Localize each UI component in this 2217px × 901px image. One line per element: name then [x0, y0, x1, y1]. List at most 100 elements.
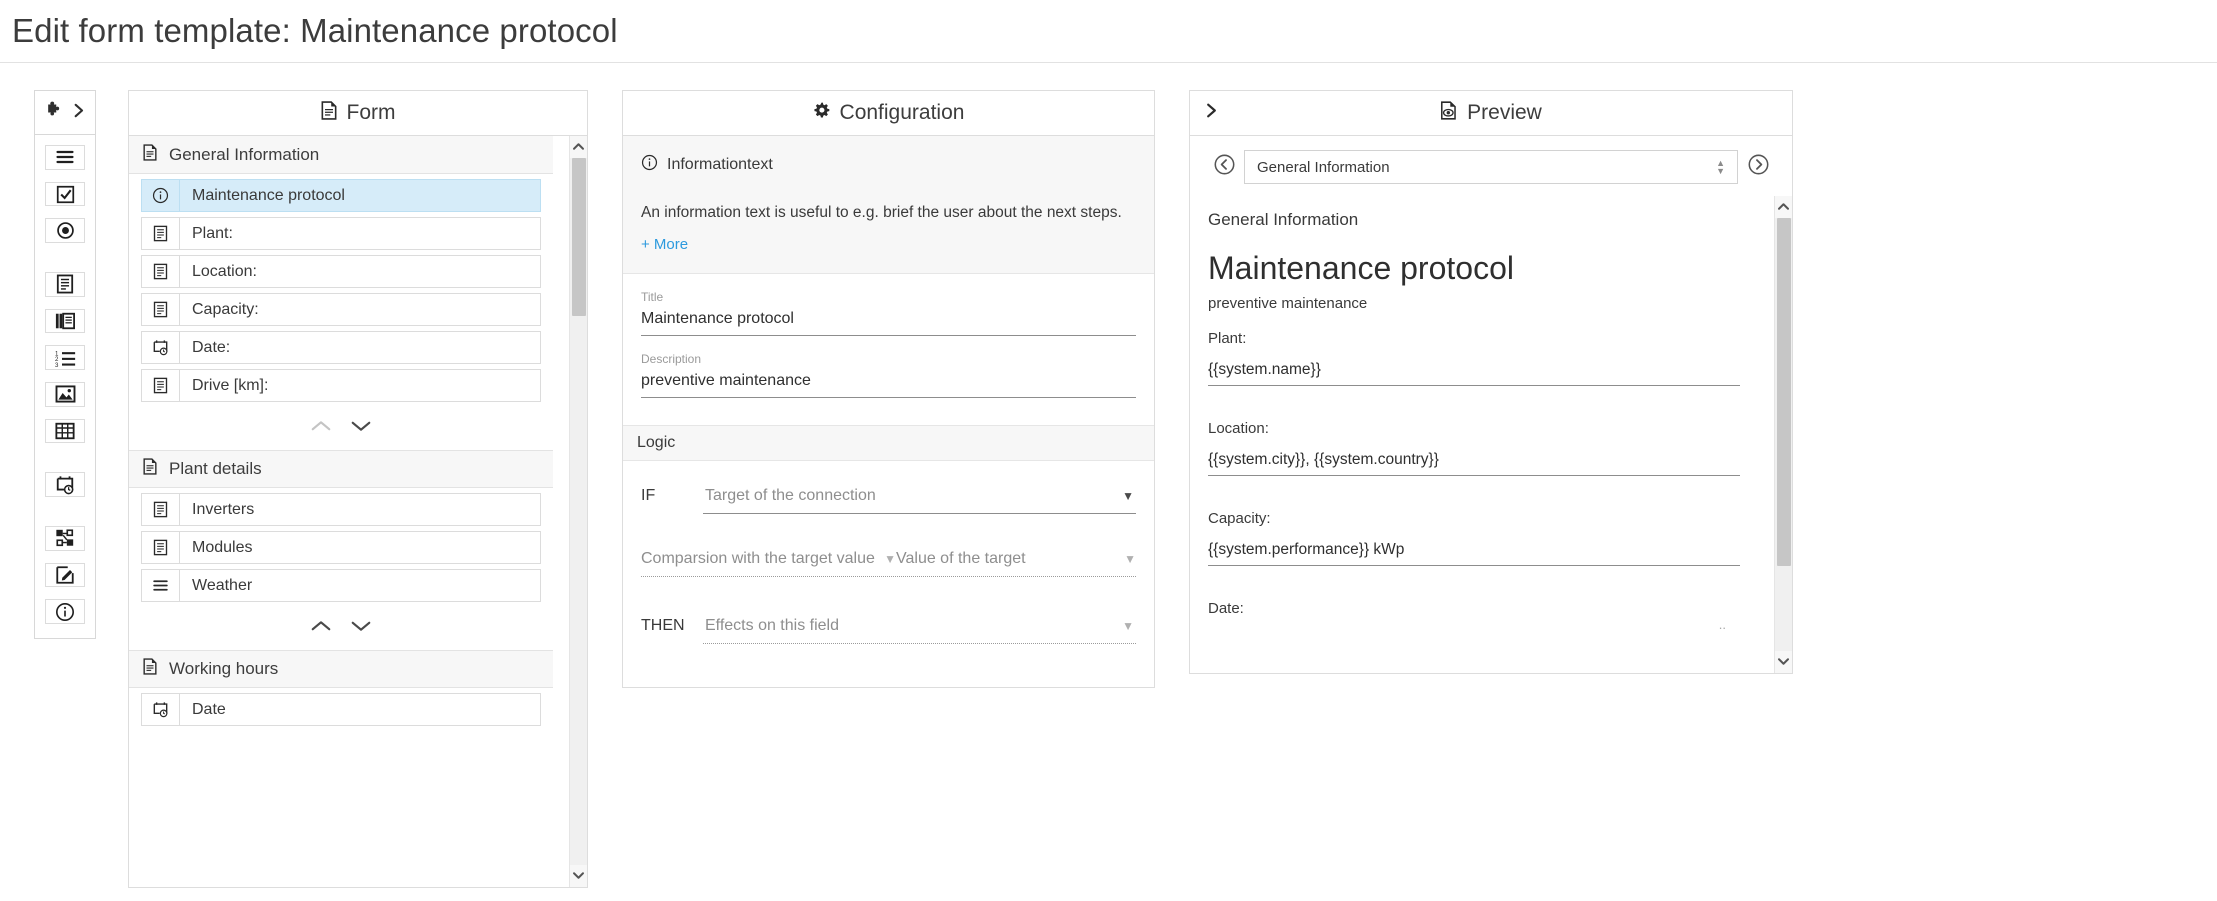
logic-then-effect-value: Effects on this field	[705, 617, 839, 634]
scroll-up-button[interactable]	[1775, 196, 1792, 218]
scrollbar-thumb[interactable]	[572, 158, 586, 316]
palette-toggle-button[interactable]	[34, 90, 96, 135]
table-icon	[55, 422, 75, 440]
move-group-down-button[interactable]	[350, 619, 372, 633]
preview-scrollbar[interactable]	[1774, 196, 1792, 673]
scroll-down-button[interactable]	[1775, 651, 1792, 673]
document-eye-icon	[1440, 100, 1457, 126]
form-scrollbar[interactable]	[569, 136, 587, 887]
logic-if-label: IF	[641, 487, 656, 504]
checkbox-icon	[56, 185, 75, 204]
logic-target-value-select[interactable]: Value of the target ▼	[896, 550, 1136, 576]
preview-next-button[interactable]	[1738, 153, 1778, 181]
scroll-up-button[interactable]	[570, 136, 587, 158]
preview-scroll-area: General Information Maintenance protocol…	[1190, 196, 1792, 673]
form-field-row[interactable]: Maintenance protocol	[141, 179, 541, 212]
scrollbar-thumb[interactable]	[1777, 218, 1791, 566]
preview-field-value[interactable]: {{system.name}}	[1208, 347, 1740, 386]
configuration-panel-title: Configuration	[839, 101, 965, 124]
description-input[interactable]	[641, 372, 1136, 398]
info-circle-icon	[142, 180, 180, 211]
page-title: Edit form template: Maintenance protocol	[12, 12, 618, 49]
calendar-clock-icon	[142, 332, 180, 363]
image-icon	[55, 385, 76, 403]
preview-collapse-button[interactable]	[1204, 101, 1219, 125]
preview-field-value[interactable]: {{system.city}}, {{system.country}}	[1208, 437, 1740, 476]
form-groups: General Information Maintenance protocol	[129, 136, 553, 726]
title-field-wrap: Title	[623, 290, 1154, 336]
form-field-row[interactable]: Capacity:	[141, 293, 541, 326]
form-field-label: Drive [km]:	[192, 376, 269, 394]
form-panel-header: Form	[129, 91, 587, 136]
logic-if-target-select[interactable]: Target of the connection ▼	[703, 487, 1136, 514]
palette-item-radio-button[interactable]	[45, 218, 85, 244]
chevron-down-icon	[572, 867, 585, 885]
form-field-row[interactable]: Weather	[141, 569, 541, 602]
preview-rendered-form: General Information Maintenance protocol…	[1190, 196, 1792, 632]
palette-item-edit-square[interactable]	[45, 562, 85, 588]
scroll-down-button[interactable]	[570, 865, 587, 887]
form-field-row[interactable]: Plant:	[141, 217, 541, 250]
preview-page-value: General Information	[1257, 158, 1390, 176]
preview-field-label: Location:	[1208, 420, 1269, 437]
move-group-up-button[interactable]	[310, 619, 332, 633]
logic-then-label: THEN	[641, 617, 685, 634]
preview-field-value[interactable]: {{system.performance}} kWp	[1208, 527, 1740, 566]
form-field-row[interactable]: Date:	[141, 331, 541, 364]
chevron-down-icon: ▼	[1122, 619, 1134, 633]
palette-item-text-lines[interactable]	[45, 145, 85, 170]
more-link[interactable]: + More	[641, 236, 1136, 253]
logic-then-row: THEN Effects on this field ▼	[641, 617, 1136, 644]
palette-item-numbered-list[interactable]: 1 2 3	[45, 345, 85, 371]
logic-comparison-select[interactable]: Comparsion with the target value ▼	[641, 550, 896, 576]
palette-item-flow-nodes[interactable]	[45, 525, 85, 551]
palette-item-checkbox[interactable]	[45, 181, 85, 207]
preview-panel-title-wrap: Preview	[1440, 100, 1542, 126]
single-document-icon	[56, 274, 74, 294]
form-field-label: Date	[192, 700, 226, 718]
title-input[interactable]	[641, 310, 1136, 336]
move-group-down-button[interactable]	[350, 419, 372, 433]
palette-item-info[interactable]	[45, 599, 85, 625]
form-field-row[interactable]: Location:	[141, 255, 541, 288]
circle-chevron-left-icon	[1213, 153, 1236, 181]
element-info-block: Informationtext An information text is u…	[623, 136, 1154, 274]
preview-section-title: General Information	[1208, 210, 1359, 229]
move-group-up-button[interactable]	[310, 419, 332, 433]
edit-square-icon	[55, 565, 75, 585]
form-field-row[interactable]: Drive [km]:	[141, 369, 541, 402]
palette-item-single-document[interactable]	[45, 271, 85, 297]
page-header: Edit form template: Maintenance protocol	[0, 0, 2217, 63]
circle-chevron-right-icon	[1747, 153, 1770, 181]
form-field-label: Location:	[192, 262, 257, 280]
logic-if-row: IF Target of the connection ▼	[641, 487, 1136, 514]
form-field-row[interactable]: Modules	[141, 531, 541, 564]
form-group-header-general-information[interactable]: General Information	[129, 136, 553, 174]
chevron-down-icon: ▼	[884, 552, 896, 566]
palette-item-table[interactable]	[45, 418, 85, 444]
palette-item-image[interactable]	[45, 382, 85, 407]
chevron-up-icon	[1777, 198, 1790, 216]
document-icon	[143, 143, 157, 166]
form-panel-title-wrap: Form	[321, 100, 396, 126]
logic-then-effect-select[interactable]: Effects on this field ▼	[703, 617, 1136, 644]
form-field-row[interactable]: Date	[141, 693, 541, 726]
info-circle-icon	[55, 602, 75, 622]
form-field-row[interactable]: Inverters	[141, 493, 541, 526]
element-type-row: Informationtext	[641, 154, 1136, 176]
document-icon	[321, 100, 337, 126]
form-group-title: General Information	[169, 144, 320, 164]
element-palette: 1 2 3	[34, 90, 96, 639]
form-group-header-working-hours[interactable]: Working hours	[129, 650, 553, 688]
single-document-icon	[142, 370, 180, 401]
calendar-clock-icon	[142, 694, 180, 725]
preview-panel: Preview General Information ▲ ▼ General …	[1189, 90, 1793, 674]
preview-page-select[interactable]: General Information ▲ ▼	[1244, 150, 1738, 184]
configuration-panel: Configuration Informationtext An informa…	[622, 90, 1155, 688]
palette-item-calendar-clock[interactable]	[45, 472, 85, 498]
form-group-header-plant-details[interactable]: Plant details	[129, 450, 553, 488]
logic-target-value: Value of the target	[896, 550, 1026, 567]
palette-item-multi-document[interactable]	[45, 308, 85, 334]
form-field-label: Modules	[192, 538, 253, 556]
preview-prev-button[interactable]	[1204, 153, 1244, 181]
